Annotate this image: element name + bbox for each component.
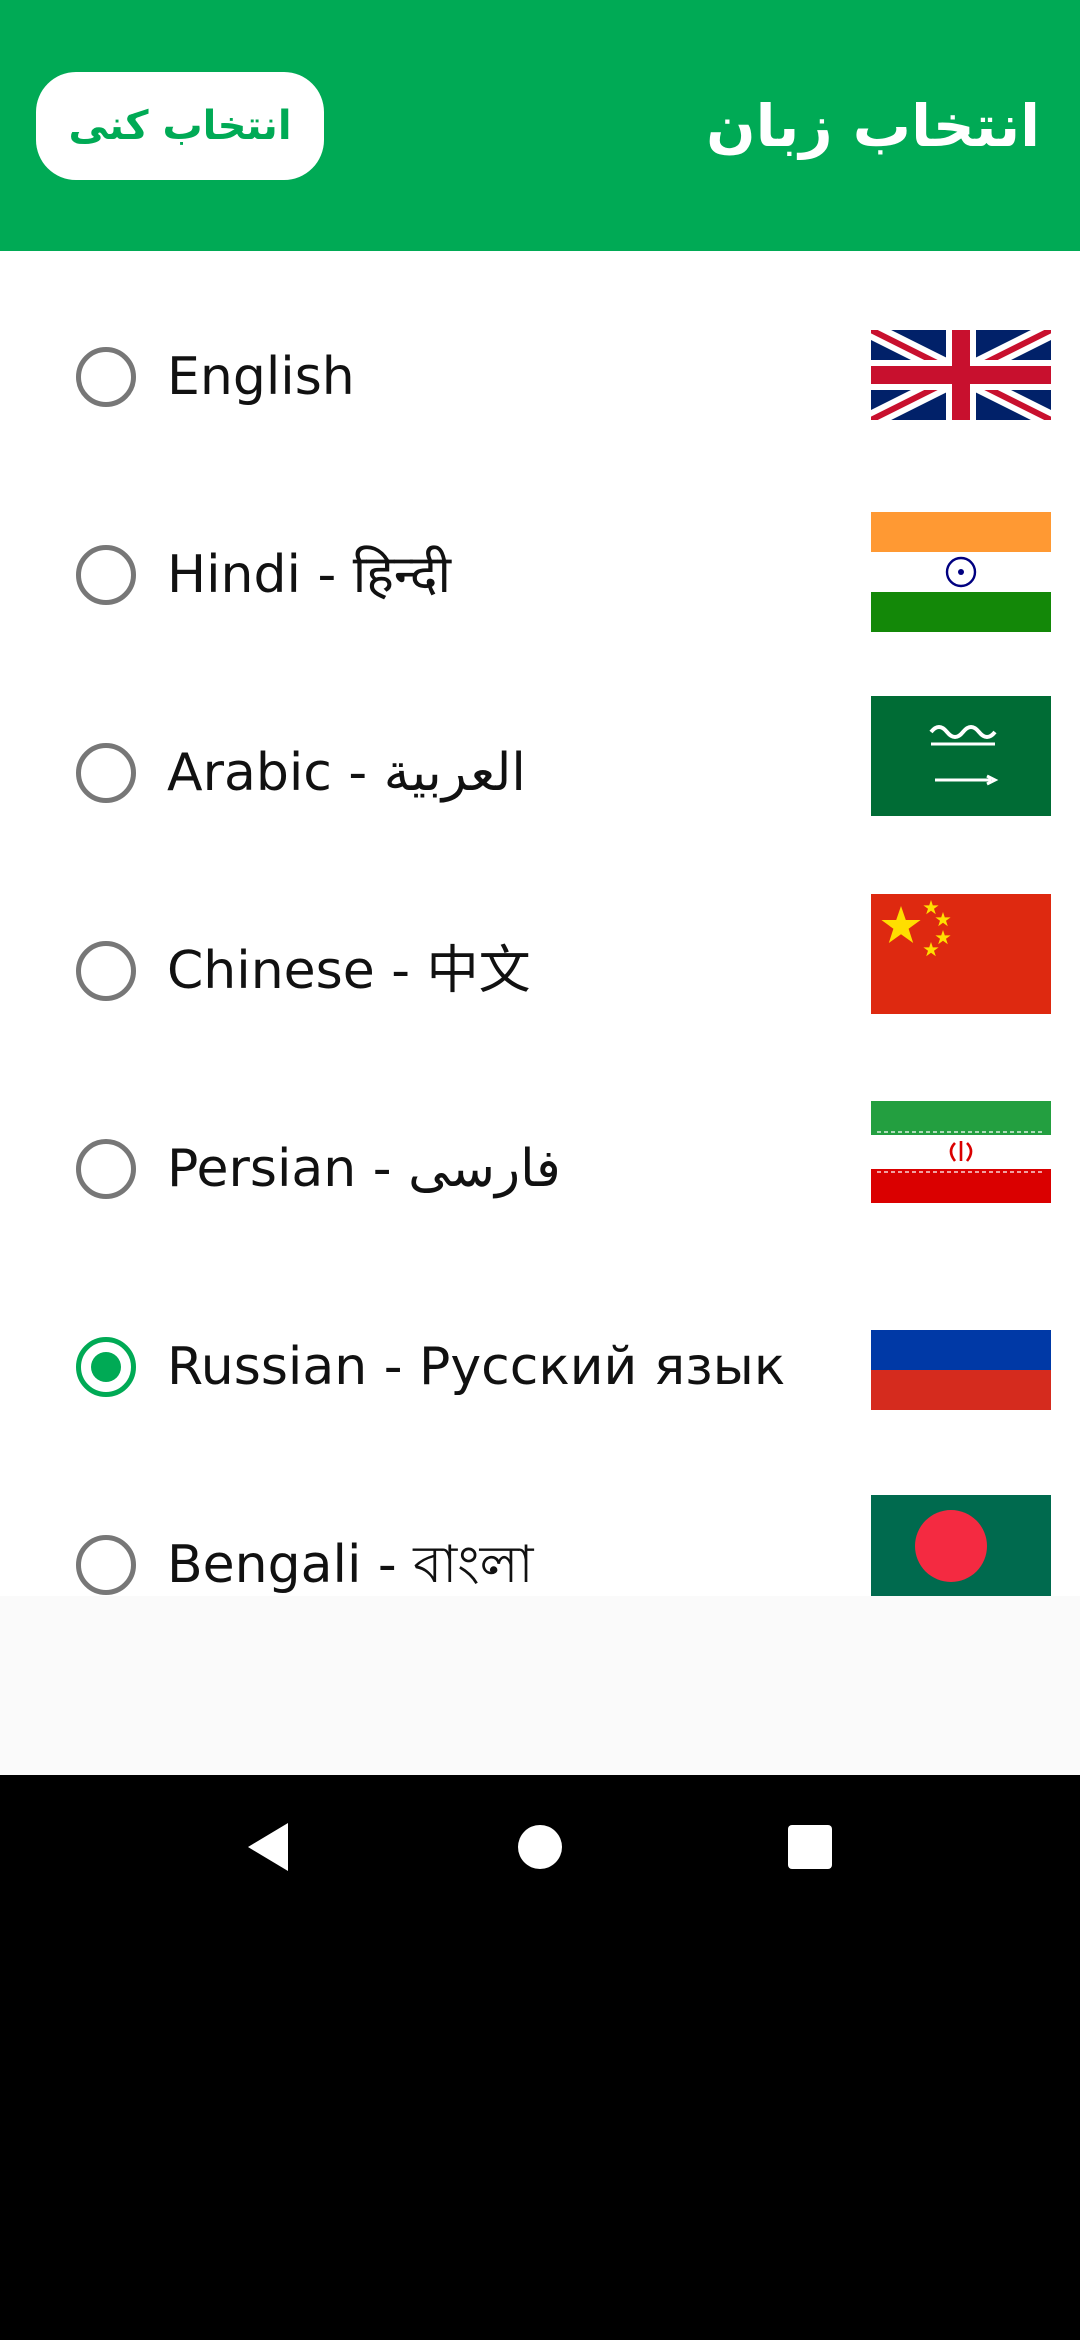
recents-icon[interactable] [760, 1797, 860, 1897]
language-label: Chinese - 中文 [167, 941, 531, 1001]
language-item-persian[interactable]: Persian - فارسی [0, 1059, 1080, 1257]
russia-flag-icon [871, 1330, 1051, 1410]
language-item-russian[interactable]: Russian - Русский язык [0, 1257, 1080, 1455]
language-selection-screen: انتخاب کنی انتخاب زبان English Hindi - ह… [0, 0, 1080, 1775]
language-label: Hindi - हिन्दी [167, 545, 452, 605]
bangladesh-flag-icon [871, 1495, 1051, 1596]
uk-flag-icon [871, 330, 1051, 420]
radio-button[interactable] [76, 941, 136, 1001]
language-item-english[interactable]: English [0, 267, 1080, 465]
radio-button[interactable] [76, 1139, 136, 1199]
china-flag-icon [871, 894, 1051, 1014]
back-icon[interactable] [218, 1797, 318, 1897]
radio-button[interactable] [76, 743, 136, 803]
language-item-arabic[interactable]: Arabic - العربية [0, 663, 1080, 861]
app-bar: انتخاب کنی انتخاب زبان [0, 0, 1080, 251]
select-button[interactable]: انتخاب کنی [36, 72, 324, 180]
language-item-hindi[interactable]: Hindi - हिन्दी [0, 465, 1080, 663]
language-list: English Hindi - हिन्दी Arabic - العربية … [0, 251, 1080, 1596]
language-item-bengali[interactable]: Bengali - বাংলা [0, 1455, 1080, 1596]
saudi-arabia-flag-icon [871, 696, 1051, 816]
radio-button-selected[interactable] [76, 1337, 136, 1397]
india-flag-icon [871, 512, 1051, 632]
system-navigation-bar [0, 1775, 1080, 1920]
radio-button[interactable] [76, 347, 136, 407]
language-label: Russian - Русский язык [167, 1337, 786, 1397]
language-item-chinese[interactable]: Chinese - 中文 [0, 861, 1080, 1059]
home-icon[interactable] [490, 1797, 590, 1897]
radio-button[interactable] [76, 545, 136, 605]
page-title: انتخاب زبان [706, 92, 1040, 160]
radio-button[interactable] [76, 1535, 136, 1595]
language-label: Arabic - العربية [167, 743, 526, 803]
language-label: English [167, 347, 355, 407]
language-label: Persian - فارسی [167, 1139, 561, 1199]
iran-flag-icon [871, 1101, 1051, 1203]
language-label: Bengali - বাংলা [167, 1535, 534, 1595]
